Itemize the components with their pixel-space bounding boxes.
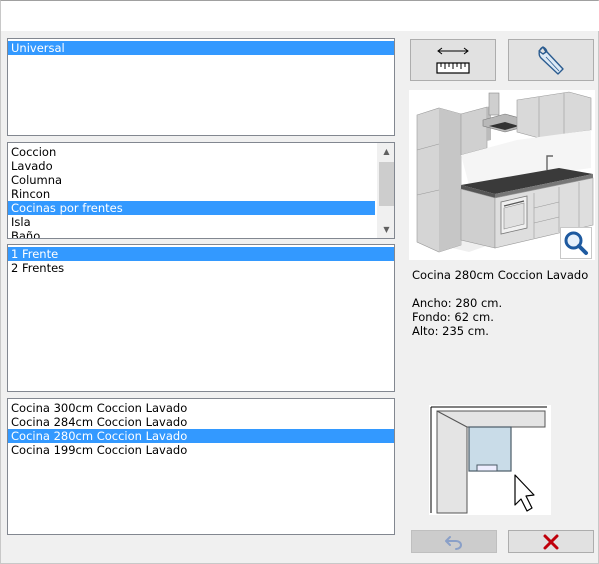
list-item[interactable]: Columna [8,173,375,187]
list-item[interactable]: 2 Frentes [8,261,394,275]
scroll-down-icon[interactable]: ▼ [378,221,394,238]
undo-arrow-icon [445,535,462,550]
measure-button[interactable] [410,39,496,81]
model-title: Cocina 280cm Coccion Lavado [412,268,589,282]
catalog-dialog: Universal Coccion Lavado Columna Rincon … [0,0,599,564]
model-width: Ancho: 280 cm. [412,296,503,310]
list-item[interactable]: Baño [8,229,375,238]
list-item[interactable]: Rincon [8,187,375,201]
wrench-icon [538,46,564,75]
red-x-icon [543,534,559,549]
model-depth: Fondo: 62 cm. [412,310,494,324]
list-item[interactable]: Cocina 280cm Coccion Lavado [8,429,394,443]
wall-layout-icon [430,406,547,514]
list-item[interactable]: Cocina 199cm Coccion Lavado [8,443,394,457]
category-listbox[interactable]: Coccion Lavado Columna Rincon Cocinas po… [7,142,395,239]
list-item[interactable]: Cocina 300cm Coccion Lavado [8,401,394,415]
scrollbar-thumb[interactable] [379,162,394,206]
category-scrollbar[interactable]: ▲ ▼ [377,143,394,238]
fronts-listbox[interactable]: 1 Frente 2 Frentes [7,244,395,392]
type-listbox[interactable]: Universal [7,38,395,136]
cursor-icon [514,474,535,512]
magnifier-icon [564,231,588,255]
ruler-width-icon [436,47,470,74]
models-listbox[interactable]: Cocina 300cm Coccion Lavado Cocina 284cm… [7,398,395,535]
close-button[interactable] [508,530,594,553]
scroll-up-icon[interactable]: ▲ [378,143,394,160]
zoom-button[interactable] [560,227,592,259]
undo-button[interactable] [411,530,497,553]
dialog-header-area [1,1,599,31]
list-item[interactable]: Coccion [8,145,375,159]
list-item[interactable]: Cocina 284cm Coccion Lavado [8,415,394,429]
list-item[interactable]: Lavado [8,159,375,173]
tools-button[interactable] [508,39,594,81]
list-item[interactable]: Cocinas por frentes [8,201,375,215]
list-item[interactable]: Universal [8,41,394,55]
model-height: Alto: 235 cm. [412,324,489,338]
layout-selector[interactable] [429,405,551,515]
list-item[interactable]: 1 Frente [8,247,394,261]
list-item[interactable]: Isla [8,215,375,229]
